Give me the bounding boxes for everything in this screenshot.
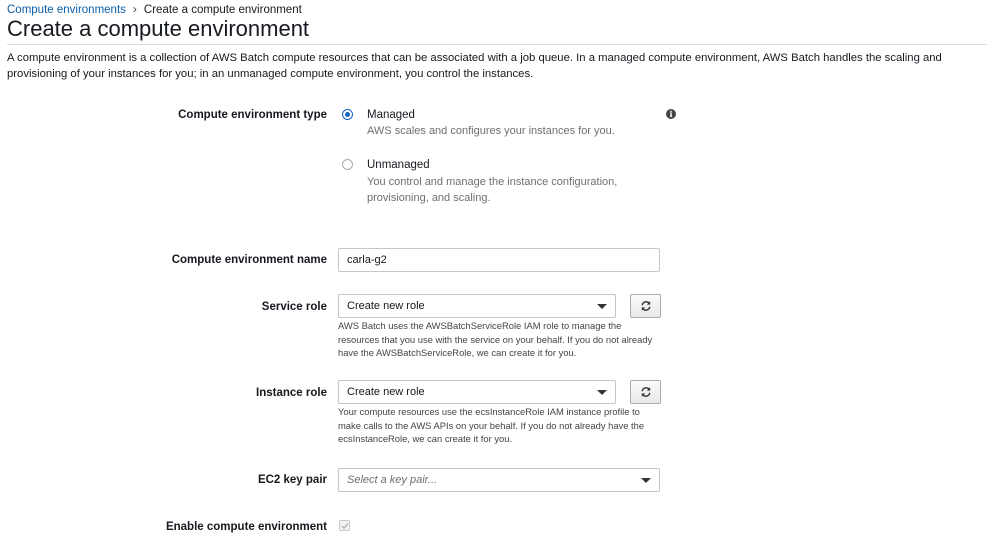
instance-role-help: Your compute resources use the ecsInstan… bbox=[338, 406, 645, 444]
checkmark-icon bbox=[341, 523, 349, 530]
managed-option-help: AWS scales and configures your instances… bbox=[367, 125, 615, 137]
ec2-key-pair-select[interactable]: Select a key pair... bbox=[338, 468, 660, 492]
ec2-key-pair-label: EC2 key pair bbox=[257, 474, 327, 486]
service-role-help: AWS Batch uses the AWSBatchServiceRole I… bbox=[338, 320, 653, 358]
refresh-icon bbox=[641, 387, 651, 397]
page-description: A compute environment is a collection of… bbox=[7, 52, 942, 80]
title-divider bbox=[7, 44, 987, 45]
service-role-label: Service role bbox=[261, 301, 327, 313]
unmanaged-option-help: You control and manage the instance conf… bbox=[367, 176, 618, 204]
enable-compute-environment-label: Enable compute environment bbox=[165, 521, 327, 533]
info-icon[interactable]: i bbox=[666, 109, 676, 119]
breadcrumb-current: Create a compute environment bbox=[143, 4, 302, 16]
chevron-down-icon bbox=[597, 390, 607, 395]
enable-compute-environment-checkbox[interactable] bbox=[339, 520, 350, 531]
unmanaged-option-label[interactable]: Unmanaged bbox=[367, 159, 430, 171]
breadcrumb: Compute environments › Create a compute en… bbox=[7, 2, 302, 16]
instance-role-refresh-button[interactable] bbox=[630, 380, 661, 404]
compute-environment-name-label: Compute environment name bbox=[171, 254, 327, 266]
managed-option-label[interactable]: Managed bbox=[367, 109, 415, 121]
unmanaged-radio[interactable] bbox=[342, 159, 353, 170]
breadcrumb-separator: › bbox=[132, 2, 137, 16]
instance-role-label: Instance role bbox=[256, 387, 327, 399]
ec2-key-pair-placeholder: Select a key pair... bbox=[347, 474, 438, 486]
compute-environment-type-label: Compute environment type bbox=[178, 109, 327, 121]
compute-environment-name-input[interactable] bbox=[338, 248, 660, 272]
service-role-select[interactable]: Create new role bbox=[338, 294, 616, 318]
service-role-select-value: Create new role bbox=[347, 300, 425, 312]
service-role-refresh-button[interactable] bbox=[630, 294, 661, 318]
chevron-down-icon bbox=[641, 478, 651, 483]
refresh-icon bbox=[641, 301, 651, 311]
managed-radio[interactable] bbox=[342, 109, 353, 120]
chevron-down-icon bbox=[597, 304, 607, 309]
breadcrumb-compute-environments-link[interactable]: Compute environments bbox=[7, 4, 126, 16]
page-title: Create a compute environment bbox=[7, 16, 310, 41]
instance-role-select-value: Create new role bbox=[347, 386, 425, 398]
instance-role-select[interactable]: Create new role bbox=[338, 380, 616, 404]
